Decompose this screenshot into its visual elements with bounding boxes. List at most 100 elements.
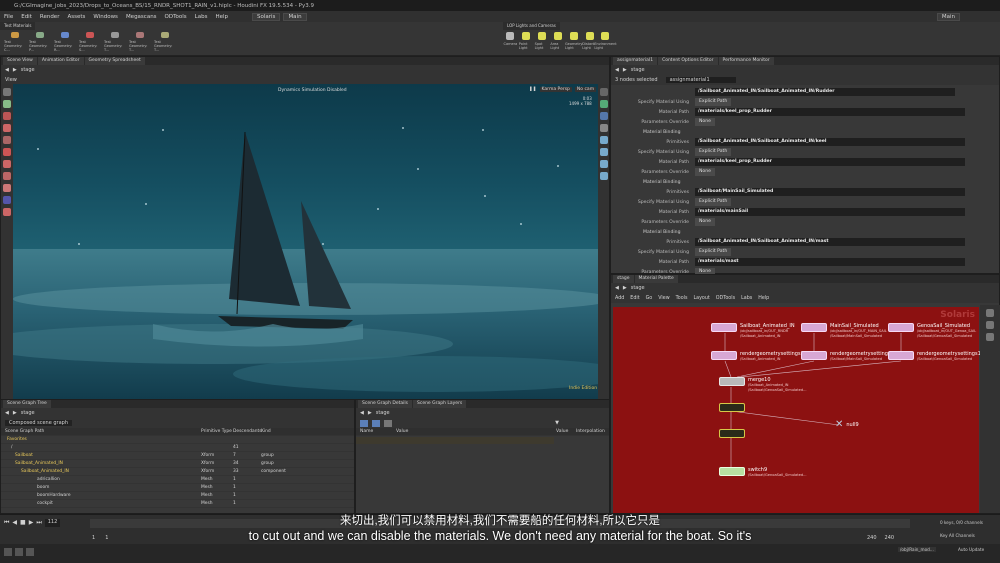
network-tool-icon[interactable] xyxy=(986,309,994,317)
no-cam-menu[interactable]: No cam xyxy=(574,87,597,92)
desktop-select[interactable]: Solaris xyxy=(252,12,281,21)
view-tool-icon[interactable] xyxy=(3,196,11,204)
menu-help[interactable]: Help xyxy=(211,14,232,20)
menu-odtools[interactable]: ODTools xyxy=(161,14,191,20)
display-option-icon[interactable] xyxy=(599,160,608,168)
select-tool-icon[interactable] xyxy=(3,88,11,96)
camera-menu[interactable]: Karma Persp xyxy=(539,87,572,92)
material-binding-header[interactable]: Material Binding xyxy=(615,230,680,235)
tab-material-palette[interactable]: Material Palette xyxy=(634,275,678,283)
snap-tool-icon[interactable] xyxy=(3,208,11,216)
menu-edit[interactable]: Edit xyxy=(17,14,36,20)
sgt-row[interactable]: Sailboat Xform 7 group xyxy=(1,452,354,460)
pause-icon[interactable]: ❚❚ xyxy=(529,87,537,92)
sgt-row[interactable]: boomHardware Mesh 1 xyxy=(1,492,354,500)
material-path-field[interactable]: /materials/mast xyxy=(695,258,965,266)
sgt-row[interactable]: Sailboat_Animated_IN Xform 34 group xyxy=(1,460,354,468)
node-null9[interactable]: ✕ null9 xyxy=(835,419,859,430)
shelf-tool[interactable]: Test Geometry: P... xyxy=(29,32,51,52)
node-bypassed-1[interactable] xyxy=(719,403,748,412)
camera-tool[interactable]: Camera xyxy=(503,32,518,52)
node-mainsail-simulated[interactable]: MainSail_Simulated/obj/sailboat_in/OUT_M… xyxy=(801,323,887,338)
sgt-row[interactable]: cockpit Mesh 1 xyxy=(1,500,354,508)
display-option-icon[interactable] xyxy=(599,88,608,96)
menu-assets[interactable]: Assets xyxy=(63,14,89,20)
back-icon[interactable]: ◀ xyxy=(5,410,9,416)
tab-geometry-spreadsheet[interactable]: Geometry Spreadsheet xyxy=(84,57,145,65)
net-menu-edit[interactable]: Edit xyxy=(630,296,639,301)
environment-light-tool[interactable]: Environment Light xyxy=(594,32,617,52)
sgt-row[interactable]: adricallion Mesh 1 xyxy=(1,476,354,484)
menu-render[interactable]: Render xyxy=(36,14,64,20)
display-option-icon[interactable] xyxy=(599,124,608,132)
status-icon[interactable] xyxy=(4,548,12,556)
menu-file[interactable]: File xyxy=(0,14,17,20)
shelf-tab-lop-lights[interactable]: LOP Lights and Cameras xyxy=(503,22,560,30)
parameters-override-dropdown[interactable]: None xyxy=(695,118,715,126)
tab-scene-graph-tree[interactable]: Scene Graph Tree xyxy=(3,400,51,408)
menu-windows[interactable]: Windows xyxy=(89,14,122,20)
handle-tool-icon[interactable] xyxy=(3,136,11,144)
shelf-tool[interactable]: Test Geometry: T... xyxy=(104,32,126,52)
material-path-field[interactable]: /materials/keel_prop_Rudder xyxy=(695,108,965,116)
node-rendergeometrysettings17[interactable]: rendergeometrysettings17/Sailboat/GenoaS… xyxy=(888,351,984,362)
move-tool-icon[interactable] xyxy=(3,100,11,108)
specify-material-dropdown[interactable]: Explicit Path xyxy=(695,148,732,156)
node-genoasail-simulated[interactable]: GenoaSail_Simulated/obj/sailboat_in/OUT_… xyxy=(888,323,976,338)
view-mode-icon[interactable] xyxy=(372,419,380,427)
tab-scene-graph-details[interactable]: Scene Graph Details xyxy=(358,400,412,408)
node-name-field[interactable]: assignmaterial1 xyxy=(665,77,736,83)
display-option-icon[interactable] xyxy=(599,136,608,144)
net-menu-tools[interactable]: Tools xyxy=(676,296,688,301)
specify-material-dropdown[interactable]: Explicit Path xyxy=(695,98,732,106)
scale-tool-icon[interactable] xyxy=(3,124,11,132)
back-icon[interactable]: ◀ xyxy=(5,67,9,73)
network-path[interactable]: stage xyxy=(631,285,645,291)
display-option-icon[interactable] xyxy=(599,172,608,180)
light-tool-icon[interactable] xyxy=(3,160,11,168)
specify-material-dropdown[interactable]: Explicit Path xyxy=(695,198,732,206)
context-select[interactable]: Main xyxy=(283,12,307,21)
viewer-path[interactable]: stage xyxy=(21,67,35,73)
node-bypassed-2[interactable] xyxy=(719,429,748,438)
viewport[interactable]: Dynamics Simulation Disabled ❚❚ Karma Pe… xyxy=(13,84,598,399)
material-binding-header[interactable]: Material Binding xyxy=(615,130,680,135)
node-switch9[interactable]: switch9/Sailboat/GenoaSail_Simulated... xyxy=(719,467,807,478)
area-light-tool[interactable]: Area Light xyxy=(550,32,565,52)
display-option-icon[interactable] xyxy=(599,112,608,120)
sgt-row[interactable]: Favorites xyxy=(1,436,354,444)
geometry-light-tool[interactable]: Geometry Light xyxy=(565,32,582,52)
forward-icon[interactable]: ▶ xyxy=(623,285,627,291)
specify-material-dropdown[interactable]: Explicit Path xyxy=(695,248,732,256)
display-option-icon[interactable] xyxy=(599,148,608,156)
tab-stage[interactable]: stage xyxy=(613,275,634,283)
net-menu-view[interactable]: View xyxy=(658,296,669,301)
menu-labs[interactable]: Labs xyxy=(191,14,212,20)
tab-assignmaterial[interactable]: assignmaterial1 xyxy=(613,57,658,65)
net-menu-add[interactable]: Add xyxy=(615,296,624,301)
tab-scene-view[interactable]: Scene View xyxy=(3,57,37,65)
forward-icon[interactable]: ▶ xyxy=(623,67,627,73)
net-menu-go[interactable]: Go xyxy=(646,296,653,301)
display-option-icon[interactable] xyxy=(599,100,608,108)
shelf-tool[interactable]: Test Geometry: T... xyxy=(154,32,176,52)
status-icon[interactable] xyxy=(15,548,23,556)
sgt-path[interactable]: stage xyxy=(21,410,35,416)
shelf-tab-test-materials[interactable]: Test Materials xyxy=(0,22,36,30)
forward-icon[interactable]: ▶ xyxy=(13,67,17,73)
tab-content-options[interactable]: Content Options Editor xyxy=(658,57,718,65)
parameters-override-dropdown[interactable]: None xyxy=(695,218,715,226)
pose-tool-icon[interactable] xyxy=(3,148,11,156)
sgt-row[interactable]: Sailboat_Animated_IN Xform 33 component xyxy=(1,468,354,476)
sgt-row[interactable]: /41 xyxy=(1,444,354,452)
details-selected-row[interactable] xyxy=(356,437,554,444)
shelf-tool[interactable]: Test Geometry: S... xyxy=(79,32,101,52)
camera-tool-icon[interactable] xyxy=(3,172,11,180)
node-sailboat-animated-in[interactable]: Sailboat_Animated_IN/obj/sailboat_in/OUT… xyxy=(711,323,795,338)
network-tool-icon[interactable] xyxy=(986,333,994,341)
primitives-field[interactable]: /Sailboat_Animated_IN/Sailboat_Animated_… xyxy=(695,238,965,246)
net-menu-help[interactable]: Help xyxy=(758,296,769,301)
spot-light-tool[interactable]: Spot Light xyxy=(535,32,550,52)
rotate-tool-icon[interactable] xyxy=(3,112,11,120)
filter-icon[interactable]: ▼ xyxy=(555,420,559,426)
